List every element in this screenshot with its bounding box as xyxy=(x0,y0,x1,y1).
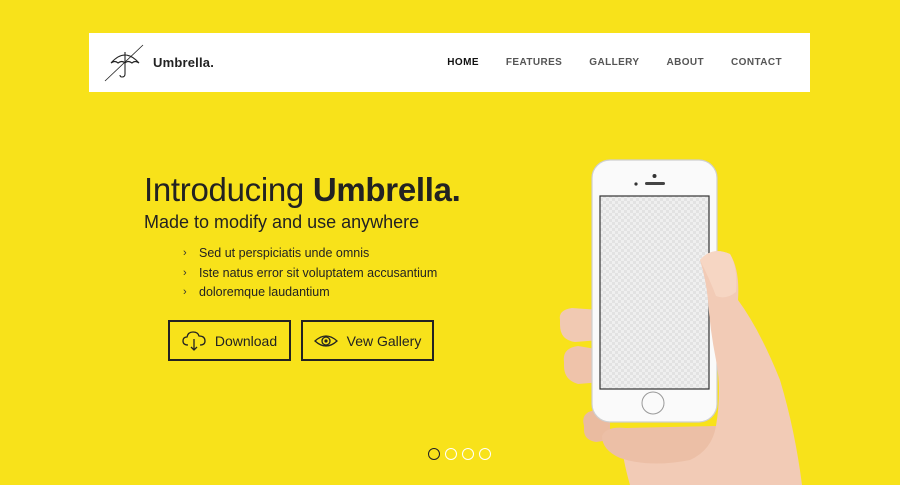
slider-dot[interactable] xyxy=(428,448,440,460)
cloud-download-icon xyxy=(182,330,206,351)
nav-home[interactable]: HOME xyxy=(447,57,479,68)
feature-list: › Sed ut perspiciatis unde omnis › Iste … xyxy=(183,244,437,303)
chevron-right-icon: › xyxy=(183,247,187,259)
hero-subtitle: Made to modify and use anywhere xyxy=(144,212,420,232)
slider-dot[interactable] xyxy=(462,448,474,460)
view-gallery-button[interactable]: Vew Gallery xyxy=(301,320,434,361)
hero: Introducing Umbrella. Made to modify and… xyxy=(144,170,461,234)
view-gallery-button-label: Vew Gallery xyxy=(346,332,422,349)
nav-about[interactable]: ABOUT xyxy=(666,57,704,68)
download-button[interactable]: Download xyxy=(168,320,291,361)
download-button-label: Download xyxy=(214,332,278,349)
chevron-right-icon: › xyxy=(183,286,187,298)
nav-gallery[interactable]: GALLERY xyxy=(589,57,639,68)
brand-name: Umbrella. xyxy=(153,55,215,70)
phone-in-hand-image xyxy=(559,159,802,485)
feature-item: › Sed ut perspiciatis unde omnis xyxy=(183,244,437,264)
slider-dot[interactable] xyxy=(445,448,457,460)
hero-title-prefix: Introducing xyxy=(144,171,304,208)
chevron-right-icon: › xyxy=(183,266,187,279)
navbar: Umbrella. HOME FEATURES GALLERY ABOUT CO… xyxy=(89,33,810,92)
feature-item: › Iste natus error sit voluptatem accusa… xyxy=(183,264,437,284)
umbrella-icon xyxy=(104,44,144,81)
slider-pagination xyxy=(428,448,491,460)
eye-icon xyxy=(313,334,338,347)
feature-text: Iste natus error sit voluptatem accusant… xyxy=(199,265,438,280)
feature-text: doloremque laudantium xyxy=(199,285,330,299)
feature-text: Sed ut perspiciatis unde omnis xyxy=(199,246,370,260)
main-nav: HOME FEATURES GALLERY ABOUT CONTACT xyxy=(447,57,782,68)
nav-contact[interactable]: CONTACT xyxy=(731,57,782,68)
brand[interactable]: Umbrella. xyxy=(103,43,214,83)
hero-title: Introducing Umbrella. xyxy=(144,170,461,210)
nav-features[interactable]: FEATURES xyxy=(506,57,562,68)
hero-title-strong: Umbrella. xyxy=(312,171,461,208)
feature-item: › doloremque laudantium xyxy=(183,283,437,303)
slider-dot[interactable] xyxy=(479,448,491,460)
